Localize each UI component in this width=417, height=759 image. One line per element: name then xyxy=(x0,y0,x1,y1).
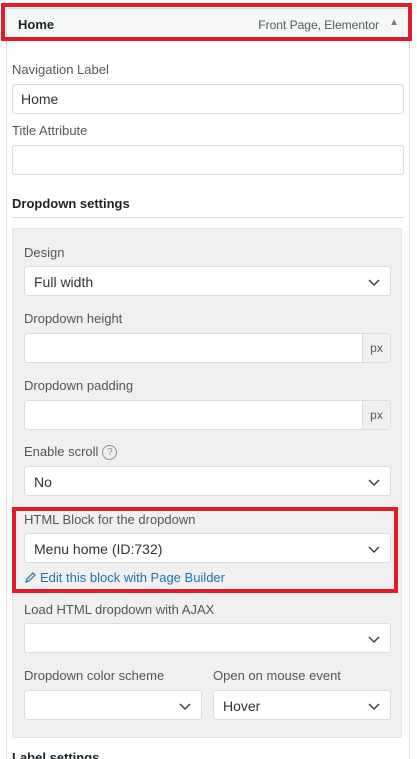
section-divider xyxy=(12,217,404,218)
label-settings-title: Label settings xyxy=(12,750,100,759)
title-attribute-input[interactable] xyxy=(12,145,404,175)
mouse-event-select[interactable]: Hover xyxy=(213,690,391,720)
dropdown-padding-input[interactable]: px xyxy=(24,400,391,430)
px-unit-addon: px xyxy=(362,401,390,429)
edit-block-link[interactable]: Edit this block with Page Builder xyxy=(24,570,225,585)
ajax-load-select[interactable] xyxy=(24,623,391,653)
design-select[interactable]: Full width xyxy=(24,266,391,296)
chevron-down-icon xyxy=(368,479,380,487)
mouse-event-select-value: Hover xyxy=(223,698,261,714)
dropdown-height-label: Dropdown height xyxy=(24,311,123,326)
chevron-down-icon xyxy=(179,703,191,711)
enable-scroll-label-text: Enable scroll xyxy=(24,444,99,459)
enable-scroll-label: Enable scroll? xyxy=(24,444,118,461)
header-highlight-box xyxy=(1,3,412,41)
edit-block-link-text: Edit this block with Page Builder xyxy=(40,570,225,585)
navigation-label-label: Navigation Label xyxy=(12,62,109,77)
design-label: Design xyxy=(24,245,65,260)
design-select-value: Full width xyxy=(34,274,94,290)
chevron-down-icon xyxy=(368,546,380,554)
chevron-down-icon xyxy=(368,279,380,287)
html-block-select[interactable]: Menu home (ID:732) xyxy=(24,533,391,563)
enable-scroll-select-value: No xyxy=(34,474,52,490)
color-scheme-label: Dropdown color scheme xyxy=(24,668,165,683)
dropdown-settings-title: Dropdown settings xyxy=(12,196,130,211)
html-block-select-value: Menu home (ID:732) xyxy=(34,541,163,557)
dropdown-padding-label: Dropdown padding xyxy=(24,378,134,393)
help-icon[interactable]: ? xyxy=(102,445,118,461)
mouse-event-label: Open on mouse event xyxy=(213,668,341,683)
dropdown-height-input[interactable]: px xyxy=(24,333,391,363)
px-unit-addon: px xyxy=(362,334,390,362)
title-attribute-label: Title Attribute xyxy=(12,123,88,138)
chevron-down-icon xyxy=(368,703,380,711)
pencil-icon xyxy=(25,572,36,583)
enable-scroll-select[interactable]: No xyxy=(24,466,391,496)
color-scheme-select[interactable] xyxy=(24,690,202,720)
html-block-label: HTML Block for the dropdown xyxy=(24,512,196,527)
chevron-down-icon xyxy=(368,636,380,644)
ajax-load-label: Load HTML dropdown with AJAX xyxy=(24,602,215,617)
navigation-label-input[interactable]: Home xyxy=(12,84,404,114)
